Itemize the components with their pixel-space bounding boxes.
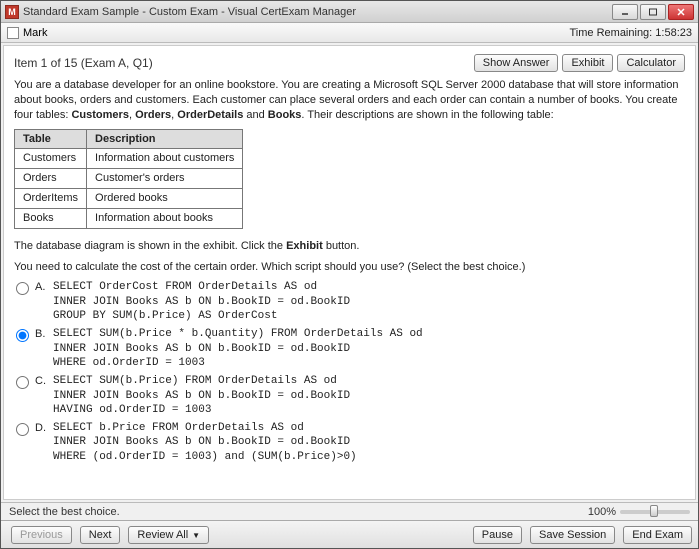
choice-a-radio[interactable] <box>16 282 29 295</box>
zoom-level: 100% <box>588 506 616 518</box>
question-body: You are a database developer for an onli… <box>14 78 685 464</box>
choice-a-text: SELECT OrderCost FROM OrderDetails AS od… <box>53 280 350 323</box>
choice-b-radio[interactable] <box>16 329 29 342</box>
review-all-button[interactable]: Review All ▼ <box>128 526 209 544</box>
choice-c-letter: C. <box>35 374 53 389</box>
choices: A. SELECT OrderCost FROM OrderDetails AS… <box>14 280 685 464</box>
close-button[interactable] <box>668 4 694 20</box>
choice-b-text: SELECT SUM(b.Price * b.Quantity) FROM Or… <box>53 327 423 370</box>
previous-button[interactable]: Previous <box>11 526 72 544</box>
statusbar: Select the best choice. 100% <box>1 502 698 520</box>
save-session-button[interactable]: Save Session <box>530 526 615 544</box>
next-button[interactable]: Next <box>80 526 121 544</box>
review-all-label: Review All <box>137 529 188 541</box>
content-area: Item 1 of 15 (Exam A, Q1) Show Answer Ex… <box>3 45 696 500</box>
question-paragraph-1: You are a database developer for an onli… <box>14 78 685 123</box>
minimize-icon <box>620 8 630 16</box>
table-row: OrderItemsOrdered books <box>15 189 243 209</box>
mark-checkbox[interactable] <box>7 27 19 39</box>
table-row: BooksInformation about books <box>15 208 243 228</box>
close-icon <box>676 8 686 16</box>
minimize-button[interactable] <box>612 4 638 20</box>
question-paragraph-3: You need to calculate the cost of the ce… <box>14 260 685 275</box>
choice-b[interactable]: B. SELECT SUM(b.Price * b.Quantity) FROM… <box>14 327 685 370</box>
chevron-down-icon: ▼ <box>192 531 200 540</box>
choice-c[interactable]: C. SELECT SUM(b.Price) FROM OrderDetails… <box>14 374 685 417</box>
choice-c-radio[interactable] <box>16 376 29 389</box>
show-answer-button[interactable]: Show Answer <box>474 54 559 72</box>
choice-d-radio[interactable] <box>16 423 29 436</box>
choice-d[interactable]: D. SELECT b.Price FROM OrderDetails AS o… <box>14 421 685 464</box>
app-icon: M <box>5 5 19 19</box>
table-header-table: Table <box>15 129 87 149</box>
end-exam-button[interactable]: End Exam <box>623 526 692 544</box>
choice-a[interactable]: A. SELECT OrderCost FROM OrderDetails AS… <box>14 280 685 323</box>
item-counter: Item 1 of 15 (Exam A, Q1) <box>14 56 470 70</box>
bottombar: Previous Next Review All ▼ Pause Save Ses… <box>1 520 698 548</box>
description-table: Table Description CustomersInformation a… <box>14 129 243 229</box>
window-title: Standard Exam Sample - Custom Exam - Vis… <box>23 6 612 18</box>
choice-d-text: SELECT b.Price FROM OrderDetails AS od I… <box>53 421 357 464</box>
status-hint: Select the best choice. <box>9 506 120 518</box>
time-remaining: Time Remaining: 1:58:23 <box>570 27 693 39</box>
choice-d-letter: D. <box>35 421 53 436</box>
zoom-slider[interactable] <box>620 510 690 514</box>
pause-button[interactable]: Pause <box>473 526 522 544</box>
table-header-description: Description <box>87 129 243 149</box>
calculator-button[interactable]: Calculator <box>617 54 685 72</box>
table-row: OrdersCustomer's orders <box>15 169 243 189</box>
question-paragraph-2: The database diagram is shown in the exh… <box>14 239 685 254</box>
topbar: Mark Time Remaining: 1:58:23 <box>1 23 698 43</box>
titlebar: M Standard Exam Sample - Custom Exam - V… <box>1 1 698 23</box>
choice-c-text: SELECT SUM(b.Price) FROM OrderDetails AS… <box>53 374 350 417</box>
table-row: CustomersInformation about customers <box>15 149 243 169</box>
maximize-button[interactable] <box>640 4 666 20</box>
app-window: M Standard Exam Sample - Custom Exam - V… <box>0 0 699 549</box>
choice-b-letter: B. <box>35 327 53 342</box>
zoom-slider-thumb[interactable] <box>650 505 658 517</box>
exhibit-button[interactable]: Exhibit <box>562 54 613 72</box>
mark-label: Mark <box>23 27 47 39</box>
choice-a-letter: A. <box>35 280 53 295</box>
maximize-icon <box>648 8 658 16</box>
